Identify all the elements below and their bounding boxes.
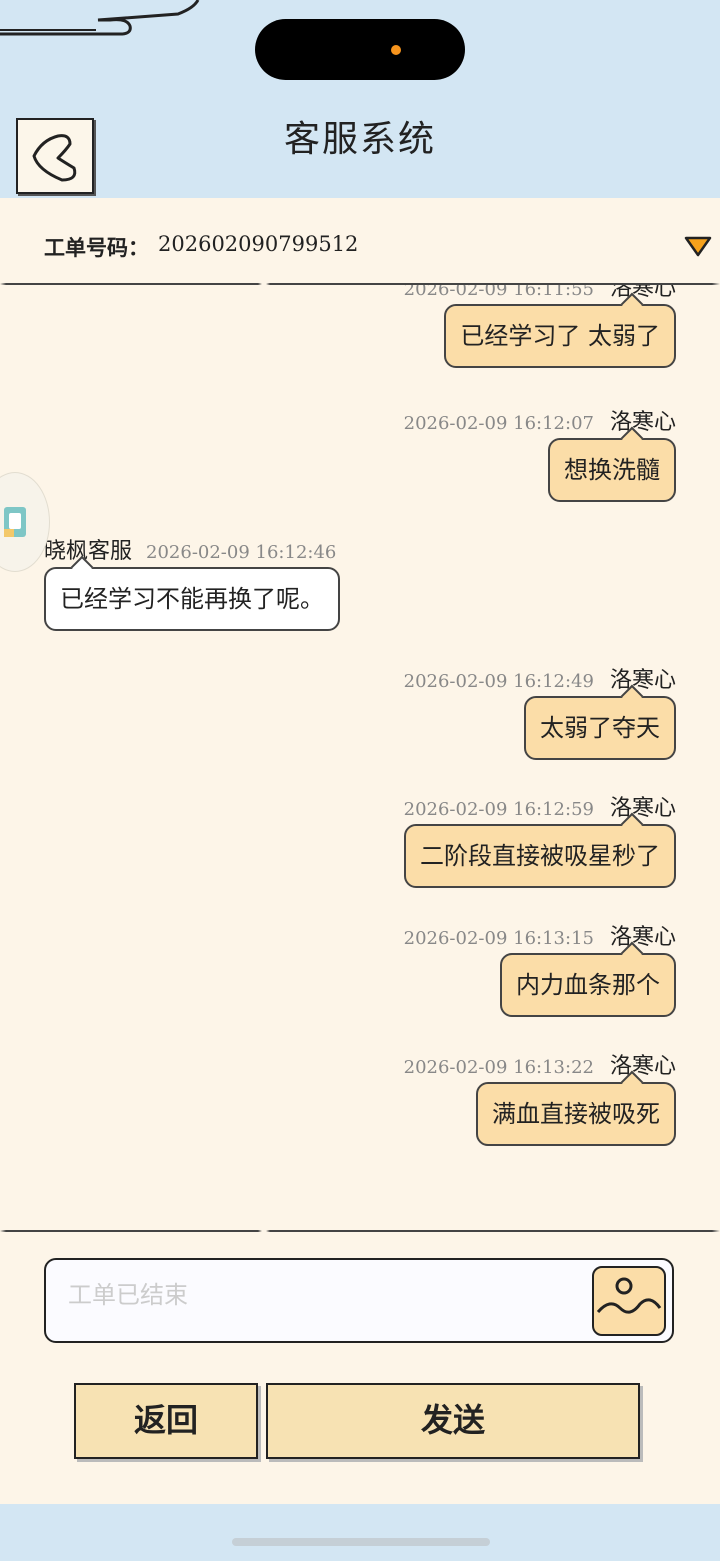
message-time: 2026-02-09 16:13:22: [403, 1057, 594, 1078]
message-sender: 洛寒心: [609, 1054, 676, 1079]
triangle-down-icon[interactable]: [683, 234, 713, 258]
floating-helper-icon: [4, 507, 26, 537]
message-input[interactable]: [66, 1274, 570, 1316]
page-title: 客服系统: [283, 119, 436, 160]
bottom-divider: [0, 1230, 720, 1232]
message-input-box: [44, 1258, 674, 1343]
message-time: 2026-02-09 16:12:49: [403, 671, 594, 692]
send-button[interactable]: 发送: [266, 1383, 640, 1459]
message-time: 2026-02-09 16:12:46: [146, 542, 337, 563]
home-indicator[interactable]: [232, 1538, 490, 1546]
app-header: 客服系统: [0, 0, 720, 198]
message-sender: 洛寒心: [609, 925, 676, 950]
bottom-bar: [0, 1504, 720, 1561]
message-bubble[interactable]: 想换洗髓: [548, 438, 676, 502]
message-time: 2026-02-09 16:12:07: [403, 413, 594, 434]
message-time: 2026-02-09 16:11:55: [403, 285, 594, 300]
ticket-number-label: 工单号码：: [44, 236, 149, 260]
message-sender: 洛寒心: [609, 285, 676, 301]
ticket-number-value: 202602090799512: [158, 232, 359, 256]
message-bubble[interactable]: 满血直接被吸死: [476, 1082, 676, 1146]
message-bubble[interactable]: 二阶段直接被吸星秒了: [404, 824, 676, 888]
return-button[interactable]: 返回: [74, 1383, 258, 1459]
cloud-decoration-icon: [0, 0, 200, 36]
image-picture-icon: [596, 1277, 662, 1314]
message-bubble[interactable]: 太弱了夺天: [524, 696, 676, 760]
message-sender: 洛寒心: [609, 410, 676, 435]
image-upload-button[interactable]: [592, 1266, 666, 1336]
ticket-bar: 工单号码： 202602090799512: [0, 198, 720, 284]
message-sender: 洛寒心: [609, 668, 676, 693]
message-time: 2026-02-09 16:12:59: [403, 799, 594, 820]
message-sender: 晓枫客服: [44, 539, 133, 564]
message-bubble[interactable]: 已经学习了 太弱了: [444, 304, 676, 368]
message-time: 2026-02-09 16:13:15: [403, 928, 594, 949]
message-meta: 晓枫客服 2026-02-09 16:12:46: [44, 533, 336, 565]
message-bubble[interactable]: 内力血条那个: [500, 953, 676, 1017]
camera-indicator-dot: [391, 45, 401, 55]
chat-message-list[interactable]: 2026-02-09 16:11:55 洛寒心 已经学习了 太弱了 2026-02…: [0, 285, 720, 1230]
message-bubble[interactable]: 已经学习不能再换了呢。: [44, 567, 340, 631]
camera-island: [255, 19, 465, 80]
message-sender: 洛寒心: [609, 796, 676, 821]
